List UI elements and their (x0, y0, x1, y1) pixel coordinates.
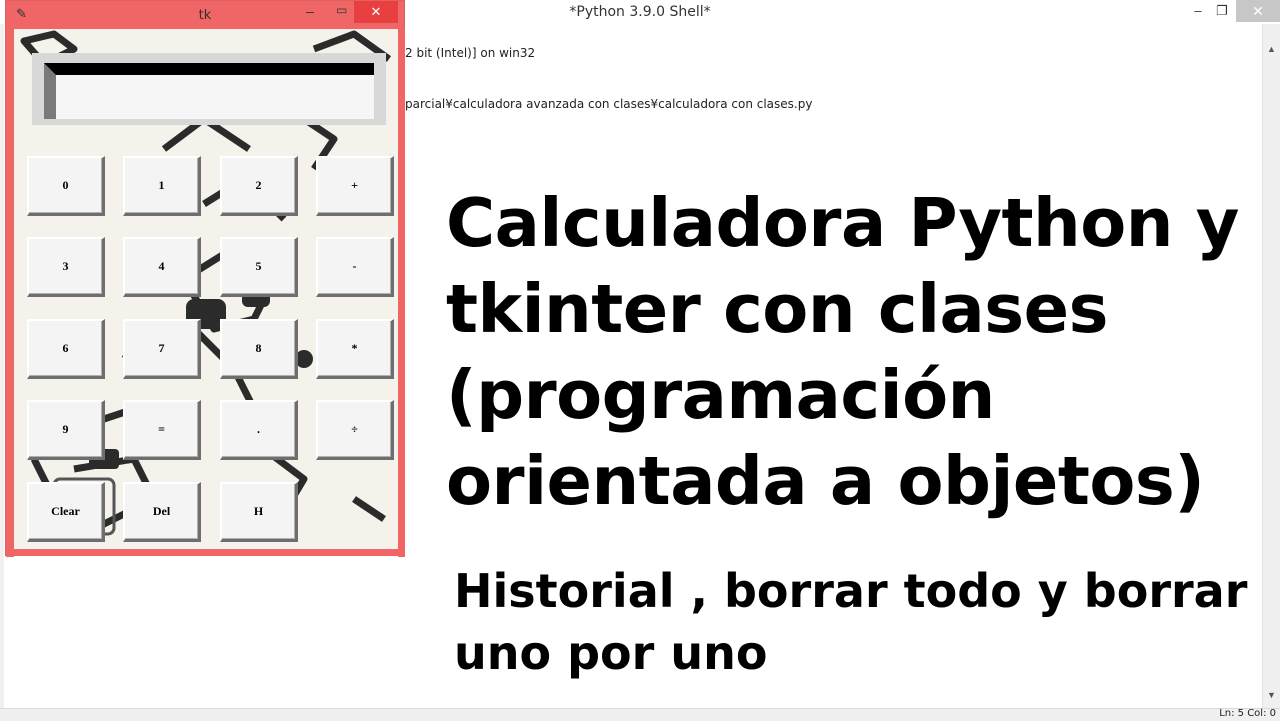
delete-button[interactable]: Del (123, 482, 201, 542)
calculator-window: ✎ tk – ▭ ✕ 0 1 2 + 3 4 5 - 6 7 8 * 9 = .… (5, 0, 405, 557)
digit-3-button[interactable]: 3 (27, 237, 105, 297)
digit-5-button[interactable]: 5 (220, 237, 298, 297)
multiply-button[interactable]: * (316, 319, 394, 379)
calculator-close-button[interactable]: ✕ (354, 1, 398, 23)
cursor-position-status: Ln: 5 Col: 0 (1219, 708, 1276, 719)
equals-button[interactable]: = (123, 400, 201, 460)
subtitle-line: uno por uno (454, 626, 768, 680)
calculator-display[interactable] (44, 63, 374, 119)
shell-left-edge (0, 24, 4, 708)
digit-4-button[interactable]: 4 (123, 237, 201, 297)
divide-button[interactable]: ÷ (316, 400, 394, 460)
decimal-point-button[interactable]: . (220, 400, 298, 460)
calculator-minimize-button[interactable]: – (306, 3, 314, 19)
digit-7-button[interactable]: 7 (123, 319, 201, 379)
digit-9-button[interactable]: 9 (27, 400, 105, 460)
calculator-background: 0 1 2 + 3 4 5 - 6 7 8 * 9 = . ÷ Clear De… (14, 29, 398, 549)
digit-8-button[interactable]: 8 (220, 319, 298, 379)
headline-line: tkinter con clases (446, 270, 1108, 348)
digit-2-button[interactable]: 2 (220, 156, 298, 216)
window-border (6, 29, 14, 557)
shell-output-line: parcial¥calculadora avanzada con clases¥… (405, 97, 813, 111)
subtitle-line: Historial , borrar todo y borrar (454, 564, 1248, 618)
scroll-down-icon[interactable]: ▼ (1267, 690, 1276, 700)
shell-restore-button[interactable]: ❐ (1208, 0, 1236, 22)
headline-title: Calculadora Python y tkinter con clases … (446, 180, 1246, 524)
calculator-display-frame (32, 53, 386, 125)
subtitle: Historial , borrar todo y borrar uno por… (454, 560, 1254, 684)
shell-statusbar: Ln: 5 Col: 0 (0, 708, 1280, 721)
minus-button[interactable]: - (316, 237, 394, 297)
calculator-maximize-button[interactable]: ▭ (336, 3, 350, 17)
headline-line: (programación (446, 356, 995, 434)
headline-line: Calculadora Python y (446, 184, 1240, 262)
window-border (6, 549, 404, 556)
headline-line: orientada a objetos) (446, 442, 1205, 520)
digit-1-button[interactable]: 1 (123, 156, 201, 216)
calculator-titlebar[interactable]: ✎ tk – ▭ ✕ (6, 1, 404, 29)
clear-button[interactable]: Clear (27, 482, 105, 542)
plus-button[interactable]: + (316, 156, 394, 216)
history-button[interactable]: H (220, 482, 298, 542)
shell-output-line: 2 bit (Intel)] on win32 (405, 46, 536, 60)
digit-6-button[interactable]: 6 (27, 319, 105, 379)
scroll-up-icon[interactable]: ▲ (1267, 44, 1276, 54)
shell-close-button[interactable]: ✕ (1236, 0, 1280, 22)
shell-scrollbar[interactable]: ▲ ▼ (1262, 24, 1280, 708)
window-border (398, 29, 405, 557)
digit-0-button[interactable]: 0 (27, 156, 105, 216)
